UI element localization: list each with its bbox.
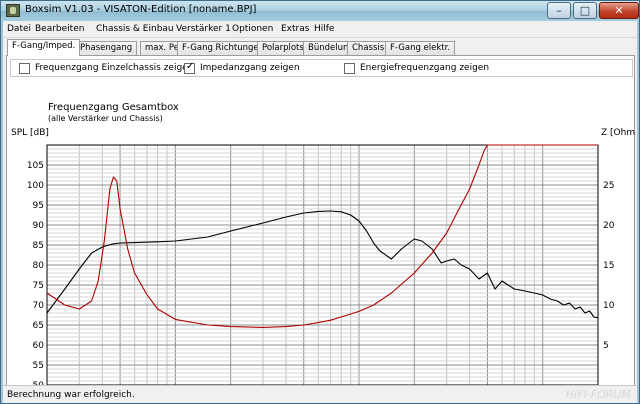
- checkbox-impedanz[interactable]: ✓: [184, 61, 195, 74]
- tab-polarplots[interactable]: Polarplots: [257, 41, 309, 55]
- menu-verstaerker[interactable]: Verstärker 1: [176, 24, 231, 34]
- status-text: Berechnung war erfolgreich.: [7, 390, 135, 400]
- y2-tick-label: 10: [603, 301, 615, 311]
- window-title: Boxsim V1.03 - VISATON-Edition [noname.B…: [25, 4, 257, 15]
- menu-extras[interactable]: Extras: [281, 24, 309, 34]
- checkmark-icon: ✓: [186, 61, 195, 72]
- y-tick-label: 55: [33, 361, 44, 371]
- tab-phasengang[interactable]: Phasengang: [75, 41, 138, 55]
- frequency-response-chart: 2050100200500100020005000100002000050556…: [11, 102, 636, 388]
- title-bar[interactable]: Boxsim V1.03 - VISATON-Edition [noname.B…: [1, 1, 639, 21]
- y-tick-label: 70: [33, 301, 45, 311]
- y-tick-label: 100: [27, 181, 44, 191]
- menu-datei[interactable]: Datei: [7, 24, 31, 34]
- menu-bar: Datei Bearbeiten Chassis & Einbau Verstä…: [3, 21, 637, 38]
- y-tick-label: 90: [33, 221, 45, 231]
- label-einzelchassis: Frequenzgang Einzelchassis zeigen: [35, 63, 194, 73]
- minimize-button[interactable]: –: [547, 2, 571, 19]
- label-impedanz: Impedanzgang zeigen: [200, 63, 300, 73]
- client-area: Datei Bearbeiten Chassis & Einbau Verstä…: [3, 21, 637, 403]
- menu-optionen[interactable]: Optionen: [232, 24, 273, 34]
- tab-panel: Frequenzgang Einzelchassis zeigen ✓ Impe…: [6, 55, 636, 388]
- options-bar: Frequenzgang Einzelchassis zeigen ✓ Impe…: [10, 59, 633, 77]
- y2-axis-label: Z [Ohm]: [601, 128, 636, 138]
- tab-fgang-richtungen[interactable]: F-Gang Richtungen: [177, 41, 269, 55]
- y2-tick-label: 15: [603, 261, 614, 271]
- maximize-button[interactable]: □: [573, 2, 597, 19]
- app-icon: [6, 4, 20, 17]
- y2-tick-label: 5: [603, 341, 609, 351]
- tab-fgang-elektr[interactable]: F-Gang elektr.: [385, 41, 456, 55]
- y-tick-label: 80: [33, 261, 45, 271]
- menu-chassis-einbau[interactable]: Chassis & Einbau: [96, 24, 174, 34]
- label-energie: Energiefrequenzgang zeigen: [360, 63, 490, 73]
- chart-title: Frequenzgang Gesamtbox: [48, 102, 179, 113]
- watermark: HIFI-FORUM: [565, 388, 631, 401]
- y-tick-label: 85: [33, 241, 44, 251]
- menu-hilfe[interactable]: Hilfe: [314, 24, 334, 34]
- y-tick-label: 75: [33, 281, 44, 291]
- tab-chassis[interactable]: Chassis: [347, 41, 390, 55]
- y-tick-label: 60: [33, 341, 45, 351]
- y-tick-label: 95: [33, 201, 44, 211]
- tab-fgang-imped[interactable]: F-Gang/Imped.: [7, 39, 81, 56]
- menu-bearbeiten[interactable]: Bearbeiten: [35, 24, 84, 34]
- app-window: Boxsim V1.03 - VISATON-Edition [noname.B…: [0, 0, 640, 404]
- close-button[interactable]: ✕: [599, 2, 639, 19]
- checkbox-energie[interactable]: [344, 63, 355, 74]
- y2-tick-label: 25: [603, 181, 614, 191]
- y2-tick-label: 20: [603, 221, 615, 231]
- y-axis-label: SPL [dB]: [11, 128, 49, 138]
- y-tick-label: 105: [27, 161, 44, 171]
- chart-subtitle: (alle Verstärker und Chassis): [48, 114, 163, 123]
- checkbox-einzelchassis[interactable]: [19, 63, 30, 74]
- status-bar: Berechnung war erfolgreich. HIFI-FORUM: [3, 385, 637, 403]
- y-tick-label: 65: [33, 321, 44, 331]
